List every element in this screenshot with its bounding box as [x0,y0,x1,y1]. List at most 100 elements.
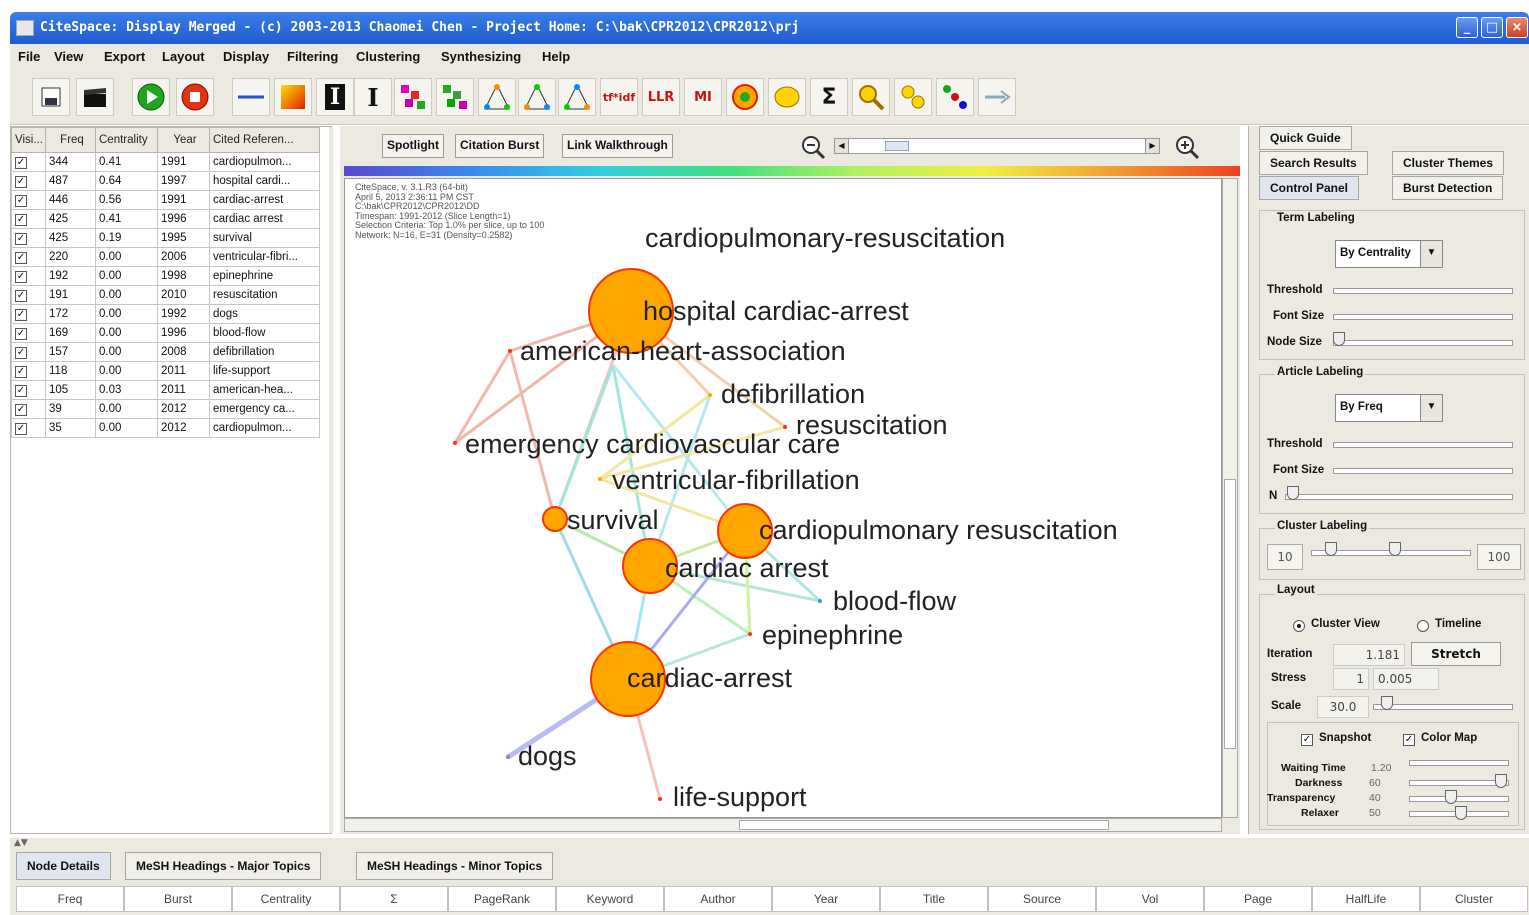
darkness-slider[interactable] [1409,780,1509,786]
visible-checkbox[interactable]: ✓ [15,251,27,264]
search-icon[interactable] [852,78,890,116]
visible-checkbox-cell[interactable]: ✓ [11,228,46,248]
tree2-icon[interactable] [436,78,474,116]
details-column-header[interactable]: Cluster [1420,886,1528,912]
visible-checkbox[interactable]: ✓ [15,384,27,397]
maximize-button[interactable]: □ [1481,17,1503,38]
visible-checkbox[interactable]: ✓ [15,365,27,378]
visible-checkbox-cell[interactable]: ✓ [11,342,46,362]
bold-i-icon[interactable]: I [316,78,354,116]
node-blood-flow[interactable] [818,599,822,603]
table-row[interactable]: ✓ 35 0.00 2012 cardiopulmon... [11,418,320,438]
visible-checkbox[interactable]: ✓ [15,194,27,207]
clapper-icon[interactable] [76,78,114,116]
term-labeling-select[interactable]: By Centrality ▼ [1335,240,1443,268]
arrow-icon[interactable] [978,78,1016,116]
col-visible[interactable]: Visi... [11,127,46,153]
visible-checkbox-cell[interactable]: ✓ [11,266,46,286]
table-row[interactable]: ✓ 105 0.03 2011 american-hea... [11,380,320,400]
tab-burst-detection[interactable]: Burst Detection [1392,176,1504,200]
menu-help[interactable]: Help [542,49,570,64]
tab-quick-guide[interactable]: Quick Guide [1259,126,1352,150]
col-cited-reference[interactable]: Cited Referen... [209,127,320,153]
target-icon[interactable] [726,78,764,116]
details-column-header[interactable]: Author [664,886,772,912]
details-column-header[interactable]: Freq [16,886,124,912]
menu-filtering[interactable]: Filtering [287,49,338,64]
node-emergency-cardiovascular-care[interactable] [453,441,457,445]
sigma-icon[interactable]: Σ [810,78,848,116]
zoom-slider[interactable]: ◀ ▶ [834,138,1160,154]
table-row[interactable]: ✓ 172 0.00 1992 dogs [11,304,320,324]
cluster-view-radio[interactable] [1293,620,1305,632]
vertical-scrollbar[interactable] [1222,178,1238,818]
transparency-slider[interactable] [1409,796,1509,802]
table-row[interactable]: ✓ 39 0.00 2012 emergency ca... [11,399,320,419]
stretch-button[interactable]: Stretch [1411,642,1501,666]
visible-checkbox[interactable]: ✓ [15,232,27,245]
iteration-field[interactable]: 1.181 [1333,644,1405,666]
collapse-arrows-icon[interactable]: ▲▼ [14,838,28,848]
stress-a-field[interactable]: 1 [1333,668,1369,690]
blob-icon[interactable] [768,78,806,116]
visible-checkbox-cell[interactable]: ✓ [11,399,46,419]
node-american-heart-association[interactable] [508,349,512,353]
save-icon[interactable] [32,78,70,116]
table-row[interactable]: ✓ 446 0.56 1991 cardiac-arrest [11,190,320,210]
triangle3-icon[interactable] [558,78,596,116]
tab-mesh-major[interactable]: MeSH Headings - Major Topics [125,852,322,880]
cluster-max-field[interactable]: 100 [1477,544,1521,570]
minimize-button[interactable]: _ [1456,17,1478,38]
visible-checkbox[interactable]: ✓ [15,403,27,416]
node-dogs[interactable] [506,755,510,759]
node-epinephrine[interactable] [748,632,752,636]
n-knob[interactable] [1287,486,1299,500]
table-row[interactable]: ✓ 157 0.00 2008 defibrillation [11,342,320,362]
zoom-out-icon[interactable] [800,134,826,160]
tfidf-icon[interactable]: tf*idf [600,78,638,116]
tab-mesh-minor[interactable]: MeSH Headings - Minor Topics [356,852,554,880]
details-column-header[interactable]: Source [988,886,1096,912]
col-centrality[interactable]: Centrality [95,127,158,153]
llr-icon[interactable]: LLR [642,78,680,116]
cluster-min-field[interactable]: 10 [1267,544,1303,570]
tab-search-results[interactable]: Search Results [1259,151,1368,175]
details-column-header[interactable]: HalfLife [1312,886,1420,912]
visible-checkbox[interactable]: ✓ [15,175,27,188]
menu-layout[interactable]: Layout [162,49,205,64]
text-i-icon[interactable]: I [354,78,392,116]
visible-checkbox-cell[interactable]: ✓ [11,380,46,400]
term-font-size-slider[interactable] [1333,314,1513,320]
zoom-in-icon[interactable] [1174,134,1200,160]
close-button[interactable]: × [1506,17,1528,38]
stress-b-field[interactable]: 0.005 [1373,668,1439,690]
tab-control-panel[interactable]: Control Panel [1259,176,1360,200]
splitter[interactable] [329,127,333,833]
table-row[interactable]: ✓ 220 0.00 2006 ventricular-fibri... [11,247,320,267]
timeline-radio[interactable] [1417,620,1429,632]
line-icon[interactable] [232,78,270,116]
scale-knob[interactable] [1381,696,1393,710]
relaxer-knob[interactable] [1455,806,1467,820]
visible-checkbox-cell[interactable]: ✓ [11,323,46,343]
spotlight-button[interactable]: Spotlight [382,134,444,158]
stop-icon[interactable] [176,78,214,116]
menu-synthesizing[interactable]: Synthesizing [441,49,521,64]
tree-icon[interactable] [394,78,432,116]
menu-view[interactable]: View [54,49,83,64]
transparency-knob[interactable] [1445,790,1457,804]
table-row[interactable]: ✓ 425 0.19 1995 survival [11,228,320,248]
triangle-icon[interactable] [478,78,516,116]
details-column-header[interactable]: Keyword [556,886,664,912]
article-labeling-select[interactable]: By Freq ▼ [1335,394,1443,422]
visible-checkbox[interactable]: ✓ [15,346,27,359]
visible-checkbox[interactable]: ✓ [15,422,27,435]
tab-cluster-themes[interactable]: Cluster Themes [1392,151,1505,175]
visible-checkbox-cell[interactable]: ✓ [11,190,46,210]
network-canvas[interactable]: CiteSpace, v. 3.1.R3 (64-bit) April 5, 2… [344,178,1222,818]
palette-icon[interactable] [274,78,312,116]
details-column-header[interactable]: Year [772,886,880,912]
details-column-header[interactable]: Page [1204,886,1312,912]
play-icon[interactable] [132,78,170,116]
citation-burst-button[interactable]: Citation Burst [455,134,545,158]
